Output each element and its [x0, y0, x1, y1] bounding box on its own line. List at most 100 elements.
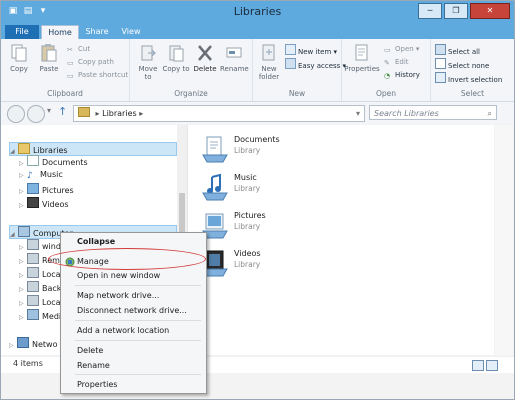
nav-scrollbar-thumb[interactable]	[179, 193, 185, 233]
breadcrumb-chevron-icon[interactable]: ▸	[139, 109, 143, 118]
drive-icon	[27, 253, 39, 264]
libraries-folder-icon	[18, 143, 30, 154]
paste-shortcut-icon: ▭	[67, 72, 74, 80]
sidebar-item-music[interactable]: ▷ ♪ Music	[19, 169, 63, 181]
delete-button[interactable]: Delete	[191, 43, 219, 73]
menu-item-collapse[interactable]: Collapse	[77, 237, 115, 246]
address-dropdown-icon[interactable]: ▾	[356, 106, 360, 121]
large-icons-view-icon[interactable]	[486, 360, 498, 371]
back-button[interactable]	[7, 105, 25, 123]
forward-button[interactable]	[27, 105, 45, 123]
new-folder-label: New folder	[258, 65, 280, 81]
collapse-arrow-icon[interactable]: ◢	[10, 229, 18, 241]
library-item-documents[interactable]: Documents Library	[198, 133, 398, 167]
collapse-arrow-icon[interactable]: ◢	[10, 146, 18, 158]
expand-arrow-icon[interactable]: ▷	[19, 312, 27, 324]
rename-button[interactable]: Rename	[220, 43, 249, 73]
sidebar-item-network[interactable]: ▷ Netwo	[9, 337, 57, 349]
paste-label: Paste	[39, 65, 59, 73]
library-name: Videos	[234, 249, 261, 258]
sidebar-item-drive-1[interactable]: ▷ wind	[19, 239, 61, 251]
paste-button[interactable]: Paste	[35, 43, 63, 73]
open-button[interactable]: ▭ Open ▾	[384, 44, 419, 55]
new-item-icon	[285, 44, 296, 55]
computer-icon	[18, 226, 30, 237]
recent-locations-icon[interactable]: ▾	[47, 106, 51, 115]
properties-button[interactable]: Properties	[344, 43, 380, 73]
invert-selection-button[interactable]: Invert selection	[435, 72, 503, 84]
sidebar-label: Back	[42, 284, 62, 293]
paste-shortcut-button[interactable]: ▭ Paste shortcut	[67, 70, 128, 81]
new-item-button[interactable]: New item ▾	[285, 44, 337, 56]
expand-arrow-icon[interactable]: ▷	[19, 200, 27, 212]
menu-item-open-new-window[interactable]: Open in new window	[77, 271, 160, 280]
copy-to-button[interactable]: Copy to	[162, 43, 190, 73]
expand-arrow-icon[interactable]: ▷	[9, 340, 17, 352]
library-name: Documents	[234, 135, 280, 144]
tab-view[interactable]: View	[115, 25, 147, 39]
edit-button[interactable]: ✎ Edit	[384, 57, 409, 68]
documents-library-icon	[202, 136, 228, 163]
copy-path-icon: ▭	[67, 59, 74, 67]
content-scrollbar[interactable]	[495, 125, 513, 355]
library-item-music[interactable]: Music Library	[198, 171, 398, 205]
search-input[interactable]: Search Libraries ⌕	[369, 105, 497, 120]
menu-separator	[75, 285, 201, 286]
edit-icon: ✎	[384, 59, 390, 67]
sidebar-item-documents[interactable]: ▷ Documents	[19, 155, 88, 167]
maximize-button[interactable]: ❐	[444, 3, 468, 19]
documents-icon	[27, 155, 39, 166]
sidebar-item-videos[interactable]: ▷ Videos	[19, 197, 69, 209]
menu-item-add-network-location[interactable]: Add a network location	[77, 326, 169, 335]
expand-arrow-icon[interactable]: ▷	[19, 170, 27, 182]
up-arrow-icon[interactable]: ↑	[58, 105, 67, 118]
copy-button[interactable]: Copy	[5, 43, 33, 73]
move-to-button[interactable]: Move to	[134, 43, 162, 81]
music-library-icon	[202, 173, 228, 201]
menu-item-rename[interactable]: Rename	[77, 361, 110, 370]
new-folder-button[interactable]: New folder	[255, 43, 283, 81]
sidebar-item-pictures[interactable]: ▷ Pictures	[19, 183, 74, 195]
sidebar-item-drive-4[interactable]: ▷ Back	[19, 281, 61, 293]
sidebar-item-drive-6[interactable]: ▷ Medi	[19, 309, 61, 321]
drive-icon	[27, 295, 39, 306]
easy-access-icon	[285, 58, 296, 69]
select-none-button[interactable]: Select none	[435, 58, 489, 70]
breadcrumb[interactable]: Libraries	[102, 109, 137, 118]
address-bar[interactable]: ▸ Libraries ▸ ▾	[73, 105, 365, 122]
details-view-icon[interactable]	[472, 360, 484, 371]
menu-item-delete[interactable]: Delete	[77, 346, 103, 355]
cut-button[interactable]: ✂ Cut	[67, 44, 90, 55]
library-item-pictures[interactable]: Pictures Library	[198, 209, 398, 243]
menu-separator	[75, 340, 201, 341]
easy-access-button[interactable]: Easy access ▾	[285, 58, 346, 70]
sidebar-item-libraries[interactable]: ◢ Libraries	[9, 142, 177, 156]
history-button[interactable]: ◔ History	[384, 70, 420, 81]
sidebar-item-drive-3[interactable]: ▷ Loca	[19, 267, 61, 279]
library-item-videos[interactable]: Videos Library	[198, 247, 398, 281]
search-placeholder: Search Libraries	[374, 109, 439, 118]
sidebar-label: Pictures	[42, 186, 74, 195]
sidebar-label: Loca	[42, 298, 61, 307]
library-type: Library	[234, 184, 261, 193]
copy-path-button[interactable]: ▭ Copy path	[67, 57, 114, 68]
library-name: Music	[234, 173, 257, 182]
tab-share[interactable]: Share	[81, 25, 113, 39]
menu-item-disconnect-network-drive[interactable]: Disconnect network drive...	[77, 306, 187, 315]
select-all-button[interactable]: Select all	[435, 44, 480, 56]
tab-home[interactable]: Home	[41, 25, 79, 40]
menu-item-map-network-drive[interactable]: Map network drive...	[77, 291, 159, 300]
open-group: Properties ▭ Open ▾ ✎ Edit ◔ History Open	[342, 39, 431, 101]
minimize-button[interactable]: ─	[418, 3, 442, 19]
tab-file[interactable]: File	[5, 25, 39, 39]
ribbon: Copy Paste ✂ Cut ▭ Copy path ▭ Paste shortc…	[1, 39, 514, 102]
sidebar-item-drive-5[interactable]: ▷ Loca	[19, 295, 61, 307]
videos-icon	[27, 197, 39, 208]
menu-item-properties[interactable]: Properties	[77, 380, 117, 389]
select-all-label: Select all	[448, 48, 480, 56]
item-count: 4 items	[13, 359, 43, 368]
select-group: Select all Select none Invert selection …	[431, 39, 514, 101]
invert-selection-label: Invert selection	[448, 76, 503, 84]
close-button[interactable]: ✕	[470, 3, 510, 19]
copy-label: Copy	[10, 65, 28, 73]
